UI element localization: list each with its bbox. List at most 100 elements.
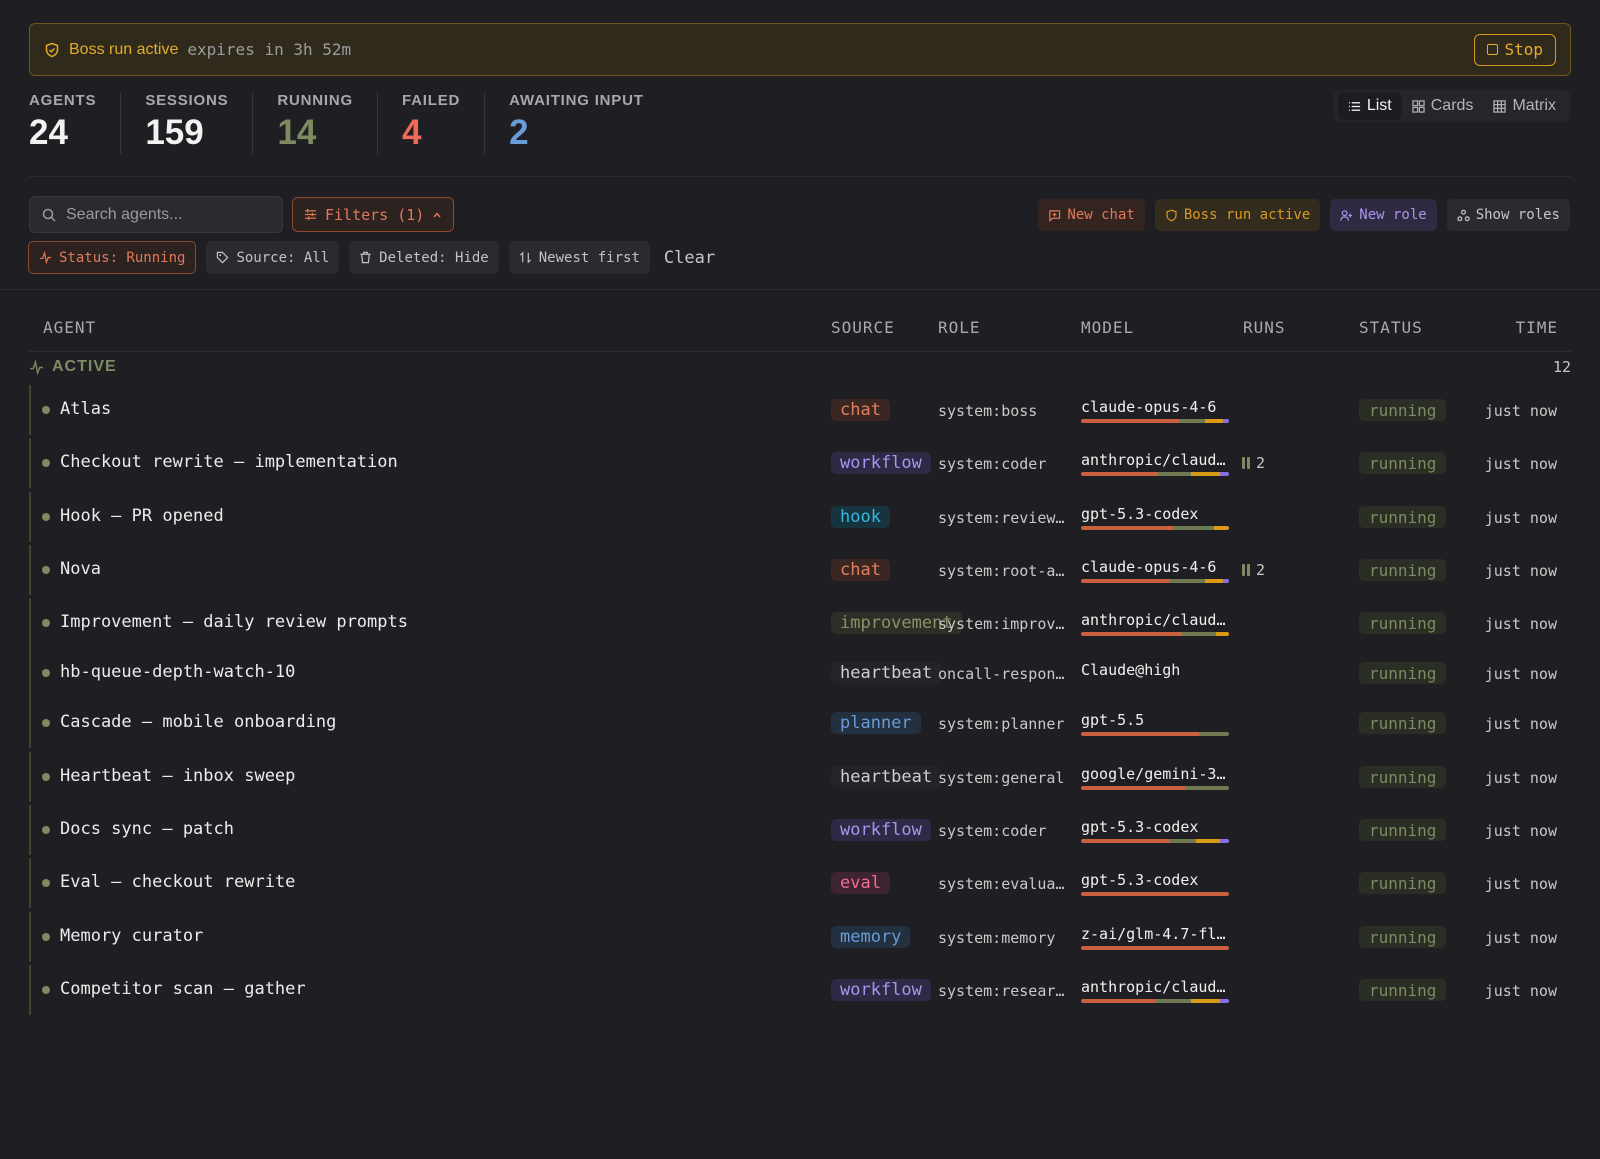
view-list-button[interactable]: List — [1337, 92, 1402, 120]
agent-role: system:coder — [938, 455, 1047, 473]
usage-segment — [1190, 472, 1221, 476]
agent-row[interactable]: hb-queue-depth-watch-10 heartbeat oncall-r… — [29, 648, 1571, 698]
user-plus-icon — [1340, 209, 1353, 221]
status-badge: running — [1359, 712, 1447, 734]
column-agent[interactable]: AGENT — [43, 318, 96, 337]
header-divider — [29, 351, 1571, 352]
status-dot — [42, 459, 50, 467]
view-matrix-button[interactable]: Matrix — [1483, 92, 1566, 120]
status-filter-label: Status: Running — [59, 249, 186, 266]
matrix-icon — [1493, 99, 1507, 113]
status-badge: running — [1359, 612, 1447, 634]
chat-icon — [1049, 209, 1061, 222]
agent-row[interactable]: Hook — PR opened hook system:reviewer gpt-5… — [29, 492, 1571, 542]
usage-segment — [1190, 999, 1221, 1003]
column-time[interactable]: TIME — [1515, 318, 1558, 337]
source-badge: workflow — [831, 452, 931, 474]
usage-segment — [1081, 472, 1158, 476]
agent-row[interactable]: Memory curator memory system:memory z-ai/gl… — [29, 912, 1571, 962]
stat-label: AGENTS — [29, 92, 97, 109]
usage-segment — [1081, 999, 1155, 1003]
token-usage-bar — [1081, 892, 1229, 896]
deleted-filter-chip[interactable]: Deleted: Hide — [349, 241, 499, 274]
column-role[interactable]: ROLE — [938, 318, 981, 337]
divider — [0, 289, 1600, 290]
clear-filters-button[interactable]: Clear — [660, 248, 719, 268]
column-model[interactable]: MODEL — [1081, 318, 1134, 337]
agent-row[interactable]: Checkout rewrite — implementation workflo… — [29, 438, 1571, 488]
status-badge: running — [1359, 872, 1447, 894]
search-icon — [42, 208, 56, 222]
table-header: AGENT SOURCE ROLE MODEL RUNS STATUS TIME — [0, 318, 1600, 340]
search-box — [29, 196, 283, 233]
source-badge: workflow — [831, 979, 931, 1001]
sort-icon — [519, 251, 531, 264]
filters-button[interactable]: Filters (1) — [292, 197, 455, 232]
status-badge: running — [1359, 399, 1447, 421]
token-usage-bar — [1081, 999, 1229, 1003]
agent-row[interactable]: Cascade — mobile onboarding planner system… — [29, 698, 1571, 748]
row-rail — [29, 752, 31, 802]
agent-name: Heartbeat — inbox sweep — [60, 766, 296, 786]
agent-row[interactable]: Eval — checkout rewrite eval system:evalua… — [29, 858, 1571, 908]
view-cards-label: Cards — [1430, 97, 1474, 114]
row-rail — [29, 598, 31, 648]
column-runs[interactable]: RUNS — [1243, 318, 1286, 337]
agent-row[interactable]: Atlas chat system:boss claude-opus-4-6 runni… — [29, 385, 1571, 435]
usage-segment — [1184, 786, 1229, 790]
token-usage-bar — [1081, 632, 1229, 636]
token-usage-bar — [1081, 839, 1229, 843]
usage-segment — [1169, 579, 1206, 583]
new-chat-label: New chat — [1067, 207, 1135, 223]
source-filter-chip[interactable]: Source: All — [206, 241, 340, 274]
boss-run-button[interactable]: Boss run active — [1154, 199, 1321, 231]
stop-label: Stop — [1504, 40, 1543, 59]
usage-segment — [1205, 579, 1224, 583]
agent-row[interactable]: Improvement — daily review prompts improv… — [29, 598, 1571, 648]
trash-icon — [360, 251, 371, 264]
search-input[interactable] — [66, 205, 266, 224]
agent-role: system:root-as… — [938, 562, 1066, 580]
status-dot — [42, 933, 50, 941]
runs-count: 2 — [1256, 454, 1266, 472]
agent-time: just now — [1484, 982, 1557, 1000]
usage-segment — [1081, 786, 1185, 790]
view-cards-button[interactable]: Cards — [1402, 92, 1484, 120]
agent-role: system:general — [938, 769, 1065, 787]
agent-role: system:planner — [938, 715, 1065, 733]
agent-row[interactable]: Nova chat system:root-as… claude-opus-4-6 2 r… — [29, 545, 1571, 595]
agent-name: Cascade — mobile onboarding — [60, 712, 337, 732]
new-chat-button[interactable]: New chat — [1038, 199, 1145, 231]
column-status[interactable]: STATUS — [1359, 318, 1423, 337]
sliders-icon — [304, 208, 317, 221]
agent-model: claude-opus-4-6 — [1081, 398, 1217, 416]
usage-segment — [1181, 632, 1216, 636]
agent-row[interactable]: Docs sync — patch workflow system:coder gpt… — [29, 805, 1571, 855]
view-matrix-label: Matrix — [1512, 97, 1556, 114]
agent-time: just now — [1484, 509, 1557, 527]
status-dot — [42, 986, 50, 994]
agent-row[interactable]: Heartbeat — inbox sweep heartbeat system:g… — [29, 752, 1571, 802]
column-source[interactable]: SOURCE — [831, 318, 895, 337]
stop-button[interactable]: Stop — [1474, 33, 1556, 66]
usage-segment — [1081, 419, 1179, 423]
stat-sessions: SESSIONS 159 — [145, 92, 254, 154]
token-usage-bar — [1081, 732, 1229, 736]
usage-segment — [1169, 839, 1197, 843]
agent-role: system:memory — [938, 929, 1056, 947]
show-roles-button[interactable]: Show roles — [1446, 199, 1570, 231]
sort-chip[interactable]: Newest first — [508, 241, 650, 274]
row-rail — [29, 912, 31, 962]
agent-role: system:reviewer — [938, 509, 1066, 527]
source-badge: workflow — [831, 819, 931, 841]
row-rail — [29, 805, 31, 855]
runs-indicator: 2 — [1242, 454, 1265, 472]
status-filter-chip[interactable]: Status: Running — [28, 241, 197, 274]
agent-model: google/gemini-3-… — [1081, 765, 1229, 783]
usage-segment — [1223, 419, 1229, 423]
group-header-active[interactable]: ACTIVE 12 — [29, 356, 1571, 378]
usage-segment — [1081, 526, 1173, 530]
agent-row[interactable]: Competitor scan — gather workflow system:r… — [29, 965, 1571, 1015]
new-role-button[interactable]: New role — [1330, 199, 1437, 231]
activity-icon — [30, 359, 43, 375]
